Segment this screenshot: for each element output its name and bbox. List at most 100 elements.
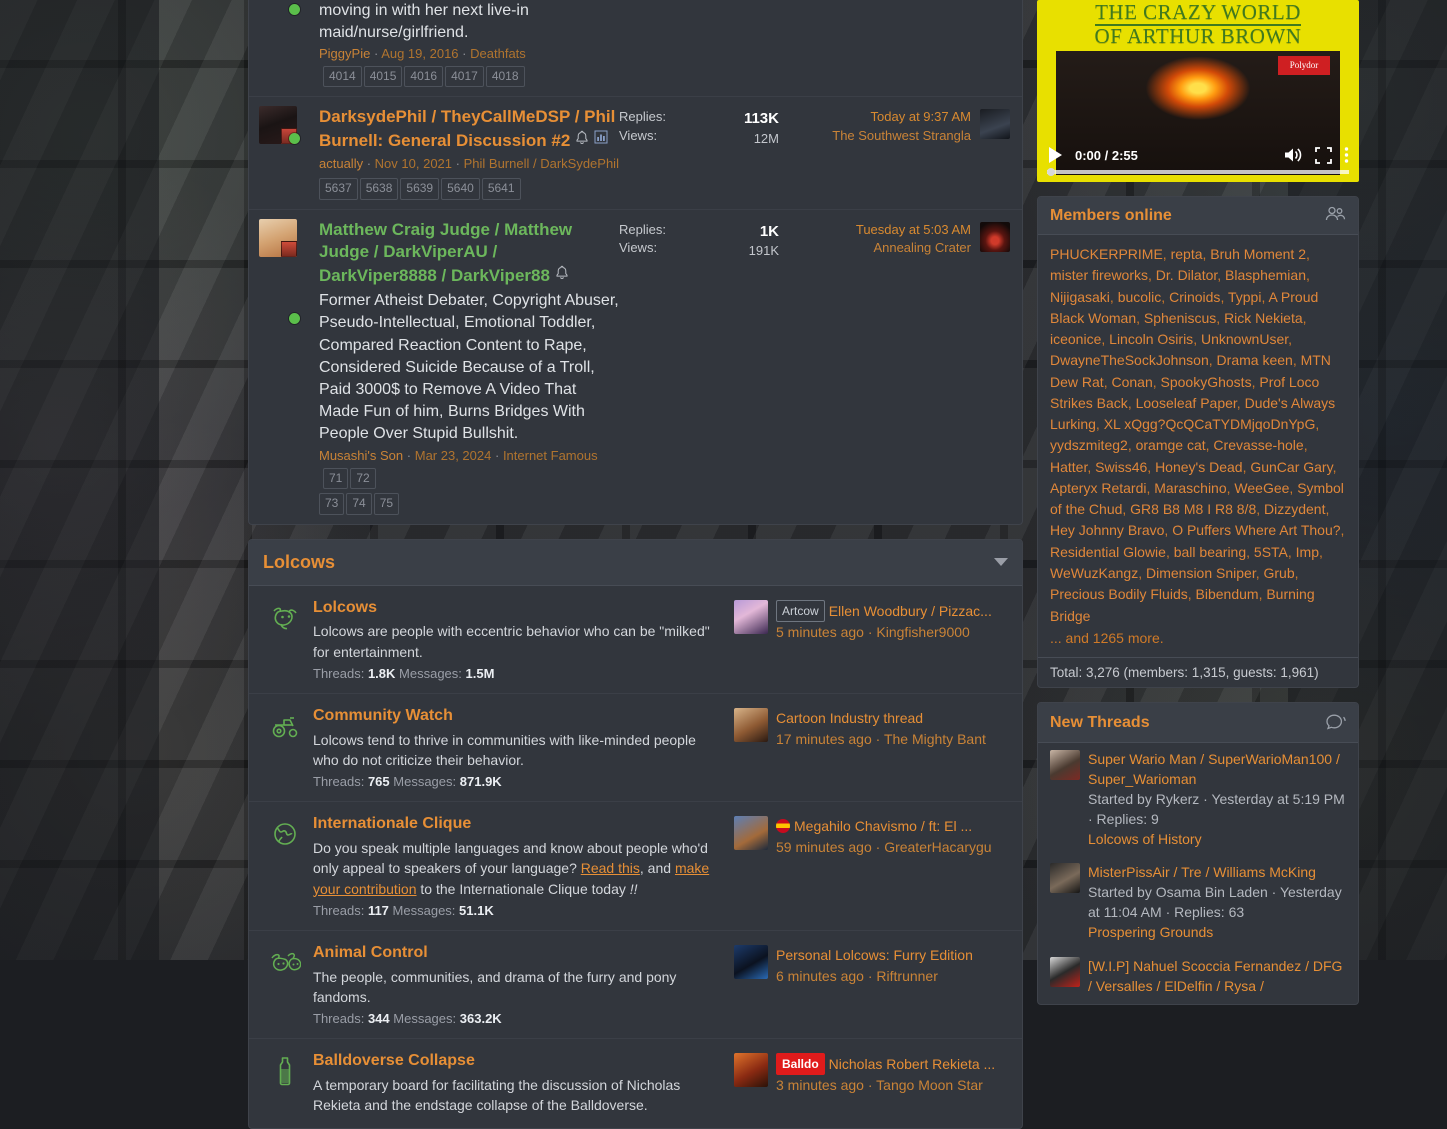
member-link[interactable]: Dizzydent: [1264, 501, 1325, 517]
member-link[interactable]: GunCar Gary: [1250, 459, 1332, 475]
member-link[interactable]: GR8 B8 M8 I R8 8/8: [1130, 501, 1256, 517]
list-item[interactable]: [W.I.P] Nahuel Scoccia Fernandez / DFG /…: [1038, 950, 1358, 1004]
read-this-link[interactable]: Read this: [581, 860, 640, 876]
thread-forum[interactable]: Deathfats: [470, 46, 526, 61]
last-thread-link[interactable]: BalldoNicholas Robert Rekieta ...: [776, 1053, 995, 1075]
thread-title[interactable]: DarksydePhil / TheyCallMeDSP / Phil Burn…: [319, 106, 619, 153]
list-item[interactable]: Community Watch Lolcows tend to thrive i…: [249, 694, 1022, 802]
node-title[interactable]: Lolcows: [313, 598, 724, 619]
page-link[interactable]: 5640: [441, 178, 480, 199]
member-link[interactable]: Rick Nekieta: [1224, 310, 1303, 326]
new-thread-node[interactable]: Lolcows of History: [1088, 830, 1346, 850]
member-link[interactable]: bucolic: [1118, 289, 1162, 305]
page-link[interactable]: 74: [346, 493, 371, 514]
member-link[interactable]: Blasphemian: [1225, 267, 1306, 283]
new-thread-title[interactable]: MisterPissAir / Tre / Williams McKing: [1088, 863, 1346, 883]
member-link[interactable]: Typpi: [1228, 289, 1261, 305]
avatar[interactable]: [734, 816, 768, 850]
thread-author[interactable]: PiggyPie: [319, 46, 370, 61]
avatar[interactable]: [1050, 957, 1080, 987]
member-link[interactable]: 5STA: [1254, 544, 1288, 560]
member-link[interactable]: yydszmiteg2: [1050, 437, 1128, 453]
last-post-avatar[interactable]: [980, 222, 1010, 252]
thread-title-text[interactable]: Matthew Craig Judge / Matthew Judge / Da…: [319, 220, 572, 286]
member-link[interactable]: WeeGee: [1234, 480, 1289, 496]
page-link[interactable]: 5641: [482, 178, 521, 199]
member-link[interactable]: Precious Bodily Fluids: [1050, 586, 1188, 602]
member-link[interactable]: Imp: [1296, 544, 1319, 560]
member-link[interactable]: Dr. Dilator: [1156, 267, 1217, 283]
last-thread-link[interactable]: ArtcowEllen Woodbury / Pizzac...: [776, 600, 992, 622]
page-link[interactable]: 4016: [404, 66, 443, 87]
volume-icon[interactable]: [1283, 146, 1303, 164]
node-title[interactable]: Animal Control: [313, 943, 724, 964]
last-thread-link[interactable]: Megahilo Chavismo / ft: El ...: [776, 816, 992, 837]
new-thread-title[interactable]: Super Wario Man / SuperWarioMan100 / Sup…: [1088, 750, 1346, 790]
last-post-time[interactable]: Today at 9:37 AM: [779, 108, 971, 127]
member-link[interactable]: oramge cat: [1136, 437, 1206, 453]
avatar[interactable]: [734, 708, 768, 742]
page-link[interactable]: 5638: [360, 178, 399, 199]
video-progress-bar[interactable]: [1047, 170, 1349, 174]
node-title[interactable]: Balldoverse Collapse: [313, 1051, 724, 1072]
page-link[interactable]: 4014: [323, 66, 362, 87]
thread-author[interactable]: actually: [319, 156, 363, 171]
list-item[interactable]: Lolcows Lolcows are people with eccentri…: [249, 586, 1022, 694]
avatar[interactable]: [259, 219, 297, 257]
bell-icon[interactable]: [555, 264, 569, 287]
member-link[interactable]: mister fireworks: [1050, 267, 1148, 283]
member-link[interactable]: ball bearing: [1174, 544, 1246, 560]
new-thread-title[interactable]: [W.I.P] Nahuel Scoccia Fernandez / DFG /…: [1088, 957, 1346, 997]
poll-icon[interactable]: [594, 129, 608, 152]
member-link[interactable]: Hey Johnny Bravo: [1050, 522, 1164, 538]
avatar[interactable]: [734, 600, 768, 634]
avatar[interactable]: [1050, 863, 1080, 893]
kebab-menu-icon[interactable]: [1344, 146, 1349, 164]
member-link[interactable]: Residential Glowie: [1050, 544, 1166, 560]
member-link[interactable]: WeWuzKangz: [1050, 565, 1138, 581]
table-row[interactable]: DarksydePhil / TheyCallMeDSP / Phil Burn…: [249, 97, 1022, 209]
member-link[interactable]: Maraschino: [1154, 480, 1226, 496]
last-post-user[interactable]: The Southwest Strangla: [779, 127, 971, 146]
list-item[interactable]: Balldoverse Collapse A temporary board f…: [249, 1039, 1022, 1127]
page-link[interactable]: 72: [350, 468, 375, 489]
member-link[interactable]: O Puffers Where Art Thou?: [1172, 522, 1340, 538]
member-link[interactable]: Apteryx Retardi: [1050, 480, 1146, 496]
thread-forum[interactable]: Internet Famous: [503, 448, 598, 463]
page-link[interactable]: 73: [319, 493, 344, 514]
list-item[interactable]: Animal Control The people, communities, …: [249, 931, 1022, 1039]
page-link[interactable]: 5639: [400, 178, 439, 199]
list-item[interactable]: Super Wario Man / SuperWarioMan100 / Sup…: [1038, 743, 1358, 856]
member-link[interactable]: UnknownUser: [1201, 331, 1288, 347]
member-link[interactable]: SpookyGhosts: [1161, 374, 1252, 390]
member-link[interactable]: PHUCKERPRIME: [1050, 246, 1163, 262]
page-link[interactable]: 4018: [486, 66, 525, 87]
page-link[interactable]: 71: [323, 468, 348, 489]
last-post-avatar[interactable]: [980, 109, 1010, 139]
member-link[interactable]: Lincoln Osiris: [1109, 331, 1193, 347]
list-item[interactable]: MisterPissAir / Tre / Williams McKing St…: [1038, 856, 1358, 950]
page-link[interactable]: 5637: [319, 178, 358, 199]
member-link[interactable]: Grub: [1264, 565, 1295, 581]
table-row[interactable]: Matthew Craig Judge / Matthew Judge / Da…: [249, 210, 1022, 524]
member-link[interactable]: Crevasse-hole: [1213, 437, 1303, 453]
member-link[interactable]: Nijigasaki: [1050, 289, 1110, 305]
thread-title-text[interactable]: DarksydePhil / TheyCallMeDSP / Phil Burn…: [319, 107, 615, 150]
member-link[interactable]: Spheniscus: [1144, 310, 1216, 326]
member-link[interactable]: iceonice: [1050, 331, 1101, 347]
video-player[interactable]: THE CRAZY WORLD OF ARTHUR BROWN Polydor …: [1037, 0, 1359, 182]
members-more[interactable]: ... and 1265 more.: [1050, 628, 1346, 649]
member-link[interactable]: repta: [1171, 246, 1203, 262]
member-link[interactable]: XL xQgg?QcQCaTYDMjqoDnYpG: [1104, 416, 1316, 432]
member-link[interactable]: Looseleaf Paper: [1136, 395, 1237, 411]
avatar[interactable]: [734, 945, 768, 979]
page-link[interactable]: 4017: [445, 66, 484, 87]
avatar[interactable]: [1050, 750, 1080, 780]
member-link[interactable]: Honey's Dead: [1155, 459, 1243, 475]
node-title[interactable]: Internationale Clique: [313, 814, 724, 835]
table-row[interactable]: moving in with her next live-in maid/nur…: [249, 0, 1022, 97]
member-link[interactable]: Swiss46: [1095, 459, 1147, 475]
bell-icon[interactable]: [575, 129, 589, 152]
member-link[interactable]: Drama keen: [1217, 352, 1293, 368]
thread-title[interactable]: Matthew Craig Judge / Matthew Judge / Da…: [319, 219, 619, 289]
